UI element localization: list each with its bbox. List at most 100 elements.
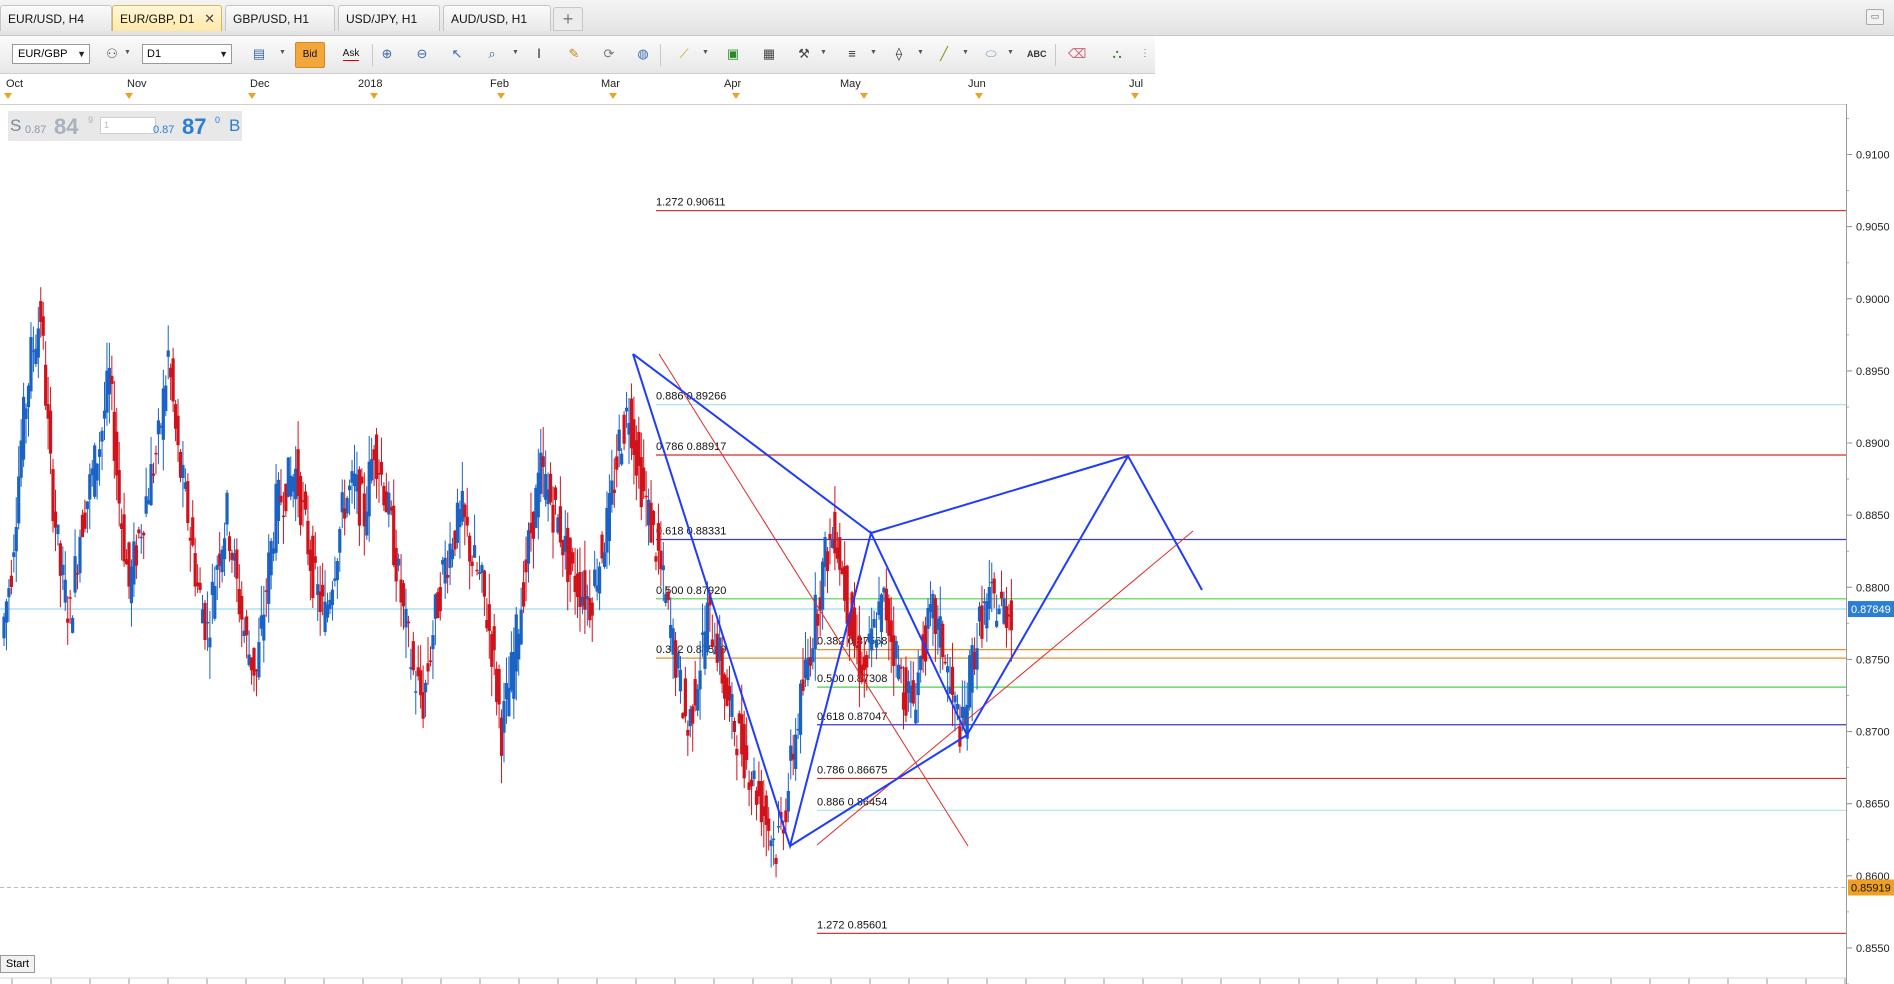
candle-body [443, 557, 447, 584]
toolbar-more-icon[interactable]: ⋮ [1136, 45, 1154, 63]
month-label: 2018 [358, 78, 383, 90]
candle-body [666, 591, 670, 601]
restore-window-icon[interactable]: ▭ [1866, 9, 1884, 25]
chevron-down-icon[interactable]: ▼ [512, 49, 519, 56]
pitchfork-icon[interactable]: ⟠ [890, 45, 908, 63]
candle-body [472, 545, 477, 558]
candle-body [88, 474, 92, 500]
candle-body [36, 328, 40, 358]
chevron-down-icon[interactable]: ▼ [124, 49, 131, 56]
start-button[interactable]: Start [0, 955, 35, 973]
symbol-select[interactable]: EUR/GBP ▼ [12, 44, 90, 64]
trend-line [816, 530, 1194, 846]
text-label-icon[interactable]: ABC [1027, 45, 1047, 63]
cursor-icon[interactable]: ↖ [448, 45, 466, 63]
candle-body [816, 613, 820, 626]
bid-button[interactable]: Bid [295, 42, 325, 68]
month-marker [4, 93, 12, 99]
chevron-down-icon[interactable]: ▼ [279, 49, 286, 56]
chevron-down-icon[interactable]: ▼ [1007, 49, 1014, 56]
candle-body [492, 626, 496, 651]
candle-body [176, 415, 180, 446]
candle-body [446, 574, 450, 578]
globe-icon[interactable]: ◍ [634, 45, 652, 63]
candle-body [191, 517, 195, 546]
candle-body [872, 619, 876, 628]
chart-type-icon[interactable]: ▤ [250, 45, 268, 63]
ask-button[interactable]: Ask [336, 42, 366, 68]
tab-eur-usd-h4[interactable]: EUR/USD, H4 [0, 5, 112, 31]
y-tick-label: 0.8700 [1856, 727, 1890, 739]
candle-body [4, 601, 9, 623]
ruler-icon[interactable]: ⟋ [675, 45, 693, 63]
zoom-in-icon[interactable]: ⊕ [378, 45, 396, 63]
zoom-area-icon[interactable]: ⌕ [483, 45, 501, 63]
instrument-search-icon[interactable]: ⚇ [103, 45, 121, 63]
chart-template-icon[interactable]: ▦ [760, 45, 778, 63]
candle-body [597, 566, 602, 594]
candle-body [83, 512, 87, 529]
candle-body [683, 678, 687, 717]
chevron-down-icon[interactable]: ▼ [917, 49, 924, 56]
candle-body [414, 691, 418, 693]
trend-line-icon[interactable]: ╱ [935, 45, 953, 63]
sell-button[interactable]: S [10, 116, 21, 136]
candle-body [992, 578, 996, 594]
text-cursor-icon[interactable]: Ⅰ [530, 45, 548, 63]
sell-price-big[interactable]: 84 [54, 114, 78, 140]
candle-body [17, 476, 21, 524]
candle-body [14, 527, 18, 552]
candle-body [321, 584, 325, 597]
tab-gbp-usd-h1[interactable]: GBP/USD, H1 [225, 5, 335, 31]
candle-body [615, 456, 619, 470]
candle-body [66, 618, 70, 623]
chevron-down-icon[interactable]: ▼ [702, 49, 709, 56]
candle-body [710, 639, 714, 648]
network-icon[interactable]: ⛬ [1108, 45, 1126, 63]
close-icon[interactable]: ✕ [204, 6, 215, 32]
price-chart[interactable]: 0.85500.86000.86500.87000.87500.88000.88… [0, 104, 1894, 984]
candle-body [874, 639, 879, 648]
add-indicator-icon[interactable]: ▣ [724, 45, 742, 63]
add-tab-button[interactable]: + [553, 7, 583, 31]
chevron-down-icon[interactable]: ▼ [962, 49, 969, 56]
buy-price-pip: 0 [215, 115, 221, 125]
candle-body [661, 565, 665, 571]
tab-usd-jpy-h1[interactable]: USD/JPY, H1 [338, 5, 440, 31]
candle-body [117, 469, 121, 504]
period-select[interactable]: D1 ▼ [142, 44, 232, 64]
candle-body [946, 666, 950, 673]
horizontal-lines-icon[interactable]: ≡ [843, 45, 861, 63]
edit-chart-icon[interactable]: ✎ [565, 45, 583, 63]
candle-body [450, 549, 455, 560]
tab-aud-usd-h1[interactable]: AUD/USD, H1 [443, 5, 551, 31]
candle-body [154, 452, 158, 455]
fib-level-label: 0.618 0.87047 [817, 711, 887, 723]
quantity-input[interactable]: 1 [100, 117, 156, 134]
chevron-down-icon[interactable]: ▼ [870, 49, 877, 56]
candle-body [97, 449, 102, 457]
candle-body [730, 694, 734, 718]
candle-body [774, 857, 778, 864]
month-label: Feb [490, 78, 509, 90]
candle-body [482, 570, 486, 597]
month-marker [497, 93, 505, 99]
tools-icon[interactable]: ⚒ [795, 45, 813, 63]
symbol-value: EUR/GBP [18, 48, 68, 60]
tab-eur-gbp-d1[interactable]: EUR/GBP, D1 ✕ [112, 5, 222, 31]
candle-body [852, 607, 857, 646]
buy-price-big[interactable]: 87 [182, 114, 206, 140]
trend-line [658, 353, 969, 847]
chevron-down-icon[interactable]: ▼ [820, 49, 827, 56]
buy-button[interactable]: B [229, 116, 240, 136]
ellipse-icon[interactable]: ⬭ [982, 45, 1000, 63]
candle-body [75, 573, 80, 575]
candle-body [879, 594, 884, 633]
candle-body [825, 551, 830, 572]
refresh-icon[interactable]: ⟳ [600, 45, 618, 63]
eraser-icon[interactable]: ⌫ [1068, 45, 1086, 63]
zoom-out-icon[interactable]: ⊖ [413, 45, 431, 63]
candle-body [776, 825, 781, 828]
candle-body [213, 586, 217, 619]
candle-body [387, 492, 391, 515]
